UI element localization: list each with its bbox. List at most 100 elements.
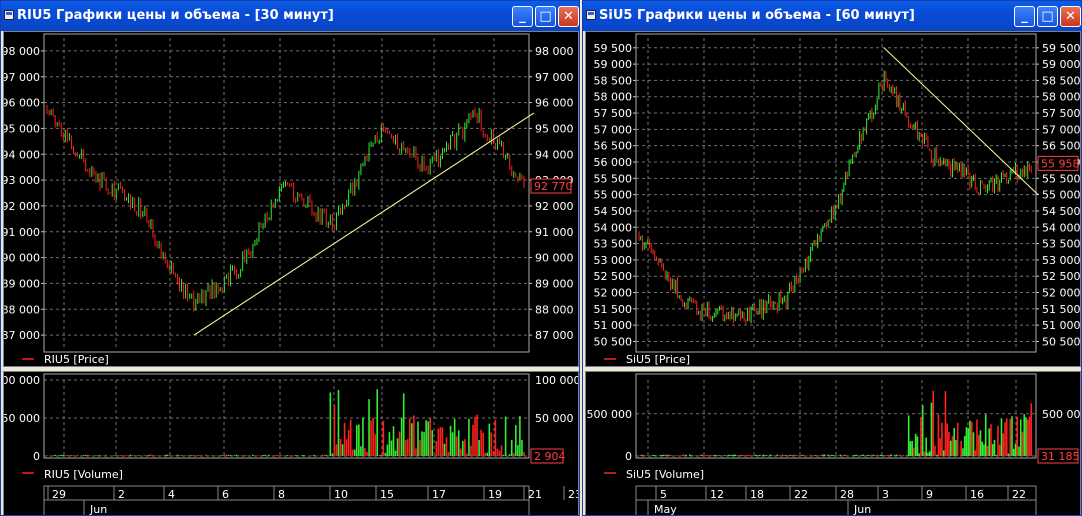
date-tick-label: 23 — [568, 488, 578, 501]
price-axis-left-label: 96 000 — [4, 97, 40, 110]
date-tick-label: 29 — [52, 488, 66, 501]
volume-axis-left-label: 0 — [33, 450, 40, 463]
price-axis-left-label: 89 000 — [4, 277, 40, 290]
price-axis-left-label: 59 000 — [594, 58, 633, 71]
price-axis-left-label: 52 000 — [594, 287, 633, 300]
price-chart: 98 000 98 000 97 000 97 000 96 000 96 000 95 0… — [4, 33, 574, 366]
volume-axis-left-label: 0 — [625, 450, 632, 463]
price-axis-left-label: 55 000 — [594, 189, 633, 202]
price-axis-left-label: 90 000 — [4, 252, 40, 265]
price-axis-right-label: 92 000 — [535, 200, 574, 213]
month-label: Jun — [853, 503, 871, 516]
price-axis-right-label: 57 000 — [1042, 123, 1080, 136]
price-axis-left-label: 53 000 — [594, 254, 633, 267]
date-tick-label: 28 — [840, 488, 854, 501]
month-label: May — [654, 503, 677, 516]
close-button[interactable]: ✕ — [558, 6, 579, 27]
price-axis-left-label: 54 500 — [594, 205, 633, 218]
volume-axis-right-label: 500 000 — [1042, 408, 1080, 421]
date-tick-label: 12 — [710, 488, 724, 501]
price-panel[interactable]: 98 000 98 000 97 000 97 000 96 000 96 000 95 0… — [3, 31, 579, 367]
date-tick-label: 22 — [1012, 488, 1026, 501]
price-axis-right-label: 53 500 — [1042, 238, 1080, 251]
date-tick-label: 4 — [168, 488, 175, 501]
current-volume-label: 2 904 — [534, 450, 566, 463]
current-price-label: 92 770 — [534, 180, 573, 193]
minimize-button[interactable]: _ — [1014, 6, 1035, 27]
price-axis-left-label: 58 500 — [594, 74, 633, 87]
volume-panel[interactable]: 00 000 50 000 0 100 000 50 000 2 904 RIU5 [Vol… — [3, 371, 579, 515]
price-axis-left-label: 92 000 — [4, 200, 40, 213]
date-tick-label: 8 — [278, 488, 285, 501]
price-axis-right-label: 55 000 — [1042, 189, 1080, 202]
date-tick-label: 9 — [926, 488, 933, 501]
close-button[interactable]: ✕ — [1060, 6, 1081, 27]
price-axis-left-label: 57 500 — [594, 107, 633, 120]
price-axis-left-label: 87 000 — [4, 329, 40, 342]
price-axis-right-label: 97 000 — [535, 71, 574, 84]
price-axis-right-label: 53 000 — [1042, 254, 1080, 267]
price-axis-left-label: 54 000 — [594, 221, 633, 234]
price-axis-right-label: 50 500 — [1042, 335, 1080, 348]
price-panel[interactable]: 59 500 59 500 59 000 59 000 58 500 58 500 58 0… — [585, 31, 1081, 367]
date-axis — [43, 485, 530, 515]
current-volume-label: 31 185 — [1041, 450, 1080, 463]
price-axis-left-label: 98 000 — [4, 45, 40, 58]
price-axis-left-label: 59 500 — [594, 42, 633, 55]
volume-legend: RIU5 [Volume] — [44, 468, 123, 481]
price-legend: SiU5 [Price] — [626, 353, 690, 366]
date-tick-label: 16 — [970, 488, 984, 501]
maximize-button[interactable]: □ — [535, 6, 556, 27]
price-axis-right-label: 90 000 — [535, 252, 574, 265]
date-tick-label: 6 — [222, 488, 229, 501]
title-bar[interactable]: SiU5 Графики цены и объема - [60 минут] … — [583, 1, 1081, 31]
volume-panel[interactable]: 500 000 0 500 000 31 185 SiU5 [Volume] 5 12 18 2… — [585, 371, 1081, 516]
volume-axis-right-label: 50 000 — [535, 412, 574, 425]
maximize-button[interactable]: □ — [1037, 6, 1058, 27]
minimize-button[interactable]: _ — [512, 6, 533, 27]
price-axis-right-label: 51 500 — [1042, 303, 1080, 316]
price-axis-right-label: 59 000 — [1042, 58, 1080, 71]
date-tick-label: 22 — [794, 488, 808, 501]
window-icon — [4, 10, 14, 20]
trendline — [193, 112, 535, 336]
title-bar[interactable]: RIU5 Графики цены и объема - [30 минут] … — [1, 1, 579, 31]
price-axis-left-label: 50 500 — [594, 335, 633, 348]
price-axis-left-label: 97 000 — [4, 71, 40, 84]
price-axis-left-label: 52 500 — [594, 270, 633, 283]
volume-chart: 500 000 0 500 000 31 185 SiU5 [Volume] 5 12 18 2… — [587, 373, 1080, 516]
price-axis-right-label: 55 500 — [1042, 172, 1080, 185]
date-tick-label: 19 — [488, 488, 502, 501]
date-tick-label: 5 — [660, 488, 667, 501]
price-axis-right-label: 98 000 — [535, 45, 574, 58]
price-axis-right-label: 95 000 — [535, 122, 574, 135]
date-tick-label: 17 — [432, 488, 446, 501]
date-tick-label: 3 — [882, 488, 889, 501]
price-axis-left-label: 56 500 — [594, 140, 633, 153]
price-axis-right-label: 54 500 — [1042, 205, 1080, 218]
price-axis-right-label: 91 000 — [535, 226, 574, 239]
price-axis-right-label: 89 000 — [535, 277, 574, 290]
date-tick-label: 21 — [528, 488, 542, 501]
window-siu5[interactable]: SiU5 Графики цены и объема - [60 минут] … — [582, 0, 1082, 516]
window-title: SiU5 Графики цены и объема - [60 минут] — [599, 8, 915, 23]
price-axis-left-label: 93 000 — [4, 174, 40, 187]
price-axis-right-label: 56 500 — [1042, 140, 1080, 153]
price-axis-left-label: 57 000 — [594, 123, 633, 136]
volume-axis-left-label: 50 000 — [4, 412, 40, 425]
price-axis-right-label: 88 000 — [535, 303, 574, 316]
current-price-label: 55 958 — [1041, 157, 1080, 170]
price-axis-left-label: 95 000 — [4, 122, 40, 135]
window-riu5[interactable]: RIU5 Графики цены и объема - [30 минут] … — [0, 0, 580, 516]
volume-legend: SiU5 [Volume] — [626, 468, 704, 481]
price-axis-left-label: 51 500 — [594, 303, 633, 316]
price-axis-right-label: 52 000 — [1042, 287, 1080, 300]
price-axis-right-label: 52 500 — [1042, 270, 1080, 283]
volume-axis-left-label: 00 000 — [4, 374, 40, 387]
price-legend: RIU5 [Price] — [44, 353, 109, 366]
date-tick-label: 18 — [750, 488, 764, 501]
price-axis-right-label: 57 500 — [1042, 107, 1080, 120]
volume-axis-left-label: 500 000 — [587, 408, 633, 421]
price-axis-left-label: 51 000 — [594, 319, 633, 332]
price-axis-left-label: 88 000 — [4, 303, 40, 316]
